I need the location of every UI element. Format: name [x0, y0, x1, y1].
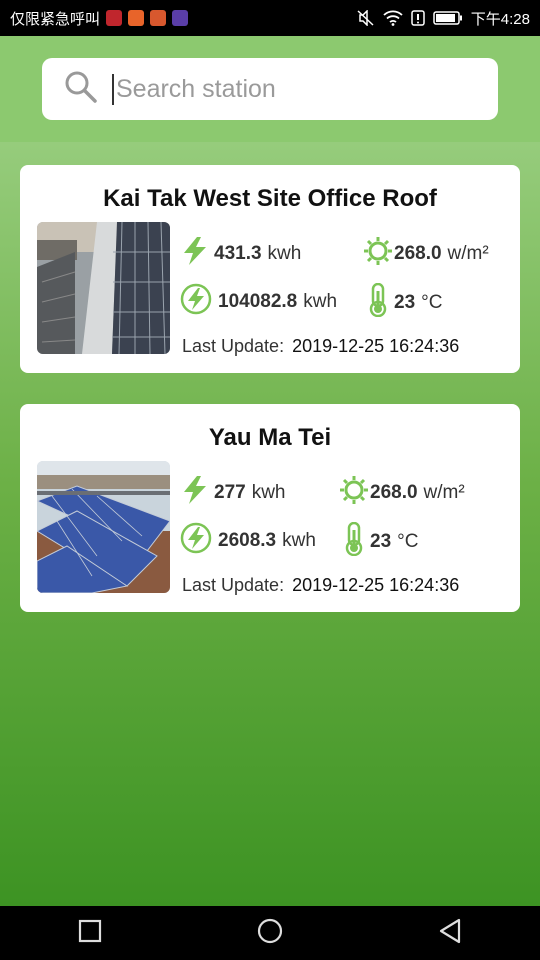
thermometer-icon	[342, 521, 366, 562]
energy-total-value: 2608.3	[218, 530, 277, 551]
irradiance-metric: 268.0 w/m²	[364, 237, 489, 271]
lightning-circle-icon	[180, 283, 212, 321]
temperature-unit: °C	[397, 531, 419, 552]
last-update: Last Update: 2019-12-25 16:24:36	[182, 336, 459, 357]
sun-icon	[364, 237, 392, 271]
video-app-icon	[128, 10, 145, 26]
energy-total-value: 104082.8	[218, 291, 298, 312]
irradiance-unit: w/m²	[447, 243, 489, 264]
station-card[interactable]: Kai Tak West Site Office Roof 431.3 kwh …	[20, 165, 520, 373]
irradiance-value: 268.0	[394, 243, 442, 264]
last-update-timestamp: 2019-12-25 16:24:36	[292, 575, 460, 595]
home-icon[interactable]	[256, 917, 284, 950]
search-box[interactable]	[42, 58, 498, 120]
lightning-icon	[182, 237, 208, 271]
last-update-label: Last Update:	[182, 575, 285, 595]
station-photo	[37, 461, 170, 593]
lightning-circle-icon	[180, 522, 212, 560]
carrier-text: 仅限紧急呼叫	[10, 10, 101, 28]
energy-today-unit: kwh	[267, 243, 302, 264]
last-update-timestamp: 2019-12-25 16:24:36	[292, 336, 460, 356]
media-app-icon	[172, 10, 189, 26]
wifi-icon	[383, 10, 403, 26]
mute-icon	[357, 10, 375, 26]
energy-total-unit: kwh	[303, 291, 338, 312]
clock-text: 下午4:28	[470, 10, 530, 28]
energy-today-metric: 277 kwh	[182, 476, 286, 510]
station-list: Kai Tak West Site Office Roof 431.3 kwh …	[0, 142, 540, 906]
search-icon[interactable]	[64, 70, 98, 109]
station-card[interactable]: Yau Ma Tei 277 kwh 268.0 w/m² 2608.3 kwh…	[20, 404, 520, 612]
last-update-label: Last Update:	[182, 336, 285, 356]
battery-icon	[433, 10, 463, 26]
irradiance-metric: 268.0 w/m²	[340, 476, 465, 510]
temperature-metric: 23 °C	[342, 521, 419, 562]
search-input[interactable]	[112, 73, 478, 105]
back-icon[interactable]	[437, 918, 463, 949]
temperature-metric: 23 °C	[366, 282, 443, 323]
energy-total-unit: kwh	[282, 530, 316, 551]
energy-today-value: 277	[214, 482, 246, 503]
header	[0, 36, 540, 142]
temperature-value: 23	[394, 292, 416, 313]
irradiance-value: 268.0	[370, 482, 418, 503]
energy-total-metric: 2608.3 kwh	[180, 522, 316, 560]
sun-icon	[340, 476, 368, 510]
station-name: Yau Ma Tei	[208, 424, 332, 451]
game-app-icon	[150, 10, 167, 26]
energy-total-metric: 104082.8 kwh	[180, 283, 337, 321]
temperature-value: 23	[370, 531, 392, 552]
station-photo	[37, 222, 170, 354]
sim-alert-icon	[411, 10, 425, 26]
irradiance-unit: w/m²	[423, 482, 465, 503]
last-update: Last Update: 2019-12-25 16:24:36	[182, 575, 459, 596]
energy-today-metric: 431.3 kwh	[182, 237, 301, 271]
station-name: Kai Tak West Site Office Roof	[103, 185, 437, 212]
notification-app-icon	[106, 10, 123, 26]
temperature-unit: °C	[421, 292, 443, 313]
navigation-bar	[0, 906, 540, 960]
energy-today-value: 431.3	[214, 243, 262, 264]
recents-icon[interactable]	[77, 918, 103, 949]
energy-today-unit: kwh	[251, 482, 286, 503]
status-bar: 仅限紧急呼叫 下午4:28	[0, 0, 540, 36]
lightning-icon	[182, 476, 208, 510]
thermometer-icon	[366, 282, 390, 323]
